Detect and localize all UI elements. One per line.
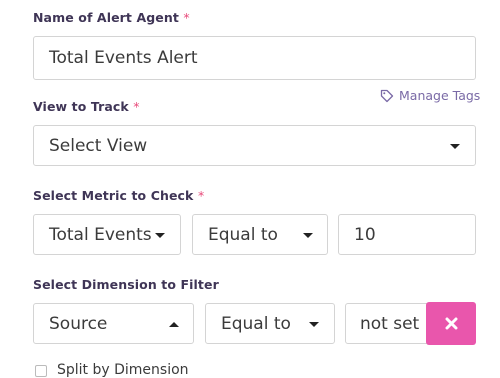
manage-tags-link[interactable]: Manage Tags: [380, 88, 480, 103]
metric-value-text: 10: [354, 224, 376, 245]
split-by-dimension-checkbox[interactable]: [35, 365, 47, 377]
agent-name-label: Name of Alert Agent *: [33, 10, 190, 25]
agent-name-input[interactable]: Total Events Alert: [33, 36, 476, 80]
metric-value-input[interactable]: 10: [338, 214, 476, 255]
chevron-down-icon: [450, 144, 460, 149]
dimension-label: Select Dimension to Filter: [33, 277, 219, 292]
metric-operator-select[interactable]: Equal to: [192, 214, 328, 255]
required-mark: *: [133, 99, 140, 114]
metric-select[interactable]: Total Events: [33, 214, 181, 255]
close-icon: [445, 317, 457, 330]
dimension-select[interactable]: Source: [33, 303, 194, 344]
dimension-label-text: Select Dimension to Filter: [33, 277, 219, 292]
required-mark: *: [183, 10, 190, 25]
metric-label-text: Select Metric to Check: [33, 188, 194, 203]
dimension-operator-select[interactable]: Equal to: [205, 303, 335, 344]
view-label: View to Track *: [33, 99, 140, 114]
required-mark: *: [197, 188, 205, 203]
view-select-value: Select View: [49, 135, 148, 156]
agent-name-value: Total Events Alert: [49, 48, 198, 68]
split-by-dimension-label: Split by Dimension: [57, 362, 189, 378]
chevron-down-icon: [303, 233, 313, 238]
agent-name-label-text: Name of Alert Agent: [33, 10, 179, 25]
chevron-up-icon: [169, 322, 179, 327]
view-label-text: View to Track: [33, 99, 129, 114]
view-select[interactable]: Select View: [33, 125, 476, 166]
tag-icon: [380, 89, 394, 102]
remove-filter-button[interactable]: [426, 302, 476, 345]
chevron-down-icon: [155, 233, 165, 238]
chevron-down-icon: [309, 322, 319, 327]
metric-label: Select Metric to Check *: [33, 188, 204, 203]
manage-tags-label: Manage Tags: [399, 88, 481, 103]
